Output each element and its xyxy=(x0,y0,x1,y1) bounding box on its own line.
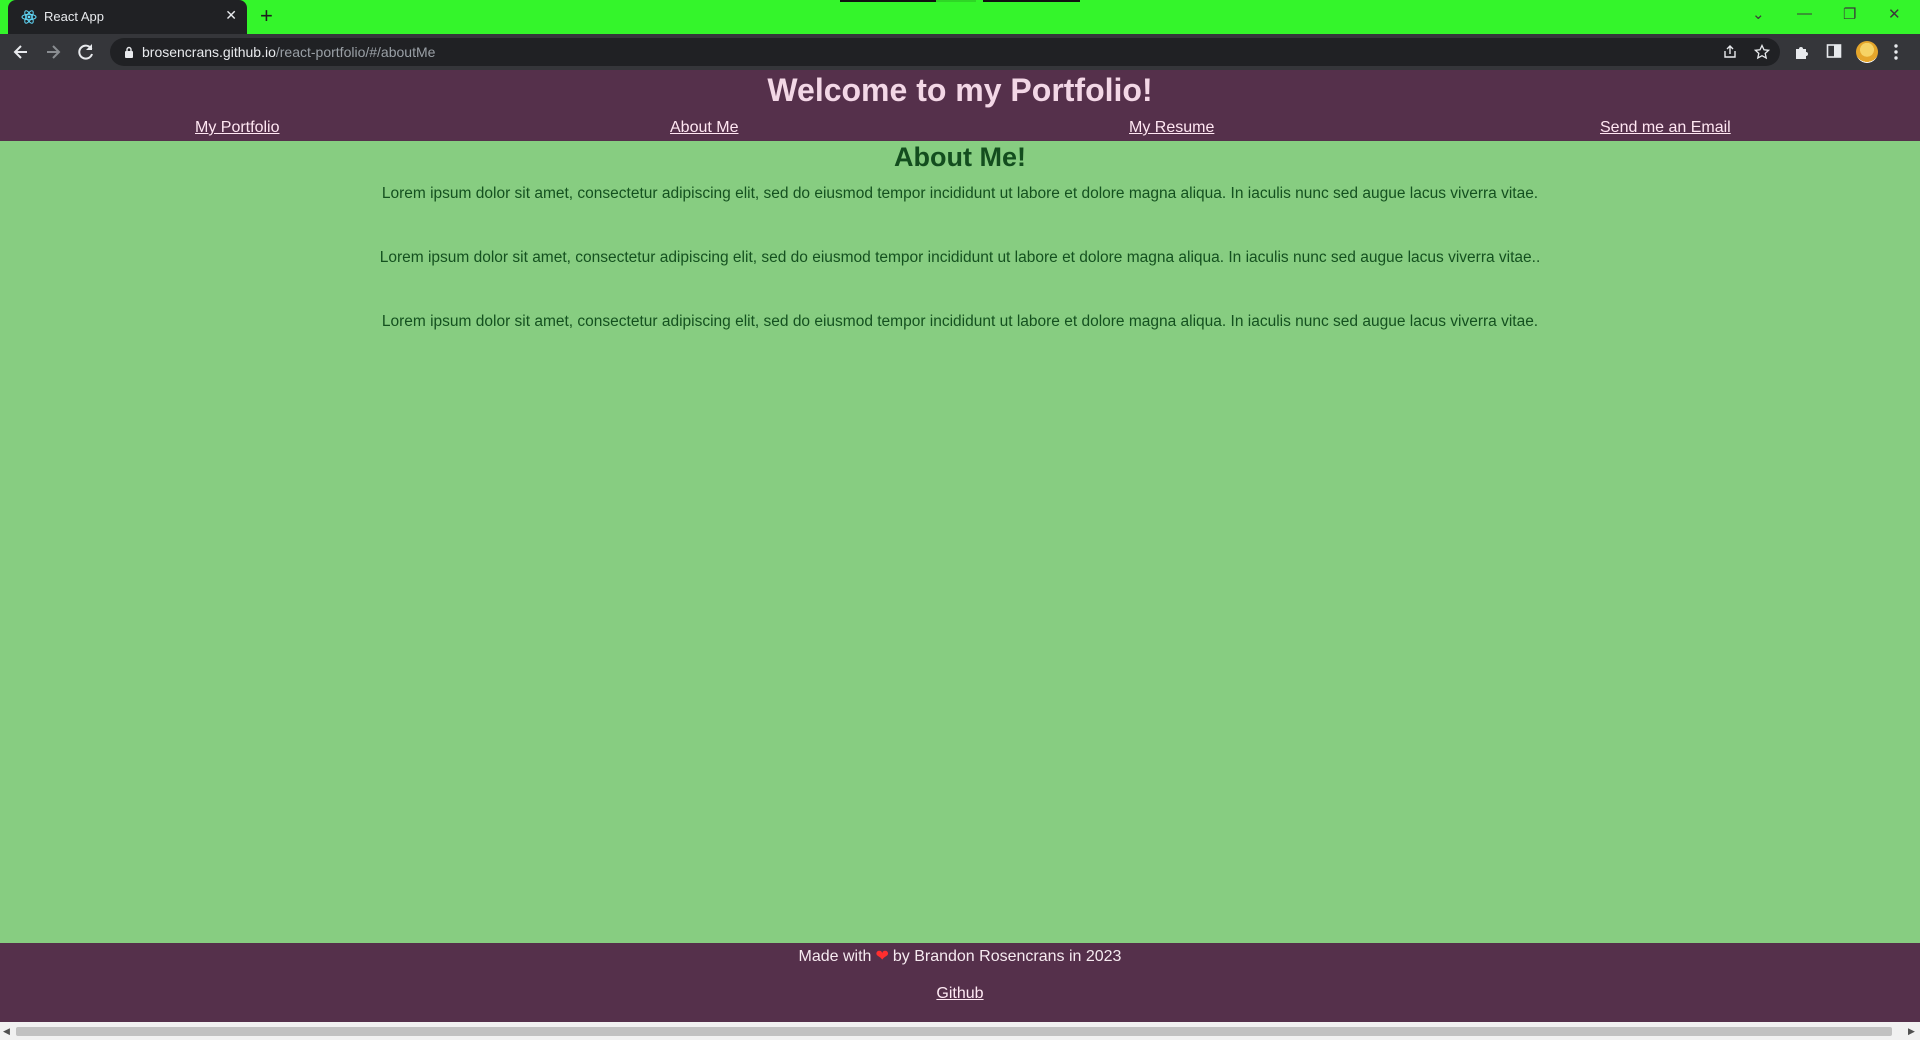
extensions-puzzle-icon[interactable] xyxy=(1793,43,1811,61)
scroll-left-arrow-icon[interactable]: ◀ xyxy=(3,1026,10,1037)
url-path: /react-portfolio/#/aboutMe xyxy=(275,44,436,60)
minimize-icon[interactable]: — xyxy=(1797,5,1812,22)
browser-tab-strip: React App ✕ + ⌄ — ❐ ✕ xyxy=(0,0,1920,34)
new-tab-button[interactable]: + xyxy=(260,3,273,29)
lock-icon xyxy=(125,46,133,58)
url-host: brosencrans.github.io xyxy=(142,44,276,60)
restore-icon[interactable]: ❐ xyxy=(1843,5,1856,23)
site-header: Welcome to my Portfolio! My Portfolio Ab… xyxy=(0,70,1920,141)
scroll-right-arrow-icon[interactable]: ▶ xyxy=(1908,1026,1915,1037)
react-logo-icon xyxy=(21,10,37,24)
heart-icon: ❤ xyxy=(875,948,889,965)
tab-search-icon[interactable]: ⌄ xyxy=(1752,5,1765,23)
made-with-text: Made with xyxy=(798,948,872,965)
about-paragraph: Lorem ipsum dolor sit amet, consectetur … xyxy=(379,249,1541,266)
url-text: brosencrans.github.io/react-portfolio/#/… xyxy=(142,44,435,60)
tab-title: React App xyxy=(44,9,104,24)
scrollbar-thumb[interactable] xyxy=(16,1027,1892,1036)
share-icon[interactable] xyxy=(1722,44,1738,60)
profile-avatar[interactable] xyxy=(1856,41,1878,63)
about-heading: About Me! xyxy=(894,142,1026,172)
address-bar[interactable]: brosencrans.github.io/react-portfolio/#/… xyxy=(110,38,1780,66)
forward-arrow-icon[interactable] xyxy=(42,41,64,63)
bookmark-star-icon[interactable] xyxy=(1754,44,1770,60)
nav-link-my-portfolio[interactable]: My Portfolio xyxy=(195,119,279,137)
tab-close-icon[interactable]: ✕ xyxy=(225,7,237,24)
github-link[interactable]: Github xyxy=(0,985,1920,1003)
reload-icon[interactable] xyxy=(75,41,97,63)
footer-credit: Made with ❤ by Brandon Rosencrans in 2023 xyxy=(0,946,1920,966)
browser-toolbar: brosencrans.github.io/react-portfolio/#/… xyxy=(0,34,1920,70)
site-title: Welcome to my Portfolio! xyxy=(767,72,1153,108)
nav-link-about-me[interactable]: About Me xyxy=(670,119,738,137)
footer-by-text: by Brandon Rosencrans in 2023 xyxy=(892,948,1122,965)
browser-tab[interactable]: React App ✕ xyxy=(8,0,247,34)
back-arrow-icon[interactable] xyxy=(10,41,32,63)
side-panel-icon[interactable] xyxy=(1826,43,1842,59)
nav-link-send-email[interactable]: Send me an Email xyxy=(1600,119,1731,137)
site-footer: Made with ❤ by Brandon Rosencrans in 2023 … xyxy=(0,943,1920,1022)
about-paragraph: Lorem ipsum dolor sit amet, consectetur … xyxy=(381,185,1539,202)
about-paragraph: Lorem ipsum dolor sit amet, consectetur … xyxy=(381,313,1539,330)
close-window-icon[interactable]: ✕ xyxy=(1888,5,1901,23)
tab-strip-marks xyxy=(840,0,1080,2)
kebab-menu-icon[interactable] xyxy=(1893,43,1899,61)
nav-link-my-resume[interactable]: My Resume xyxy=(1129,119,1214,137)
horizontal-scrollbar[interactable]: ◀ ▶ xyxy=(0,1022,1920,1040)
